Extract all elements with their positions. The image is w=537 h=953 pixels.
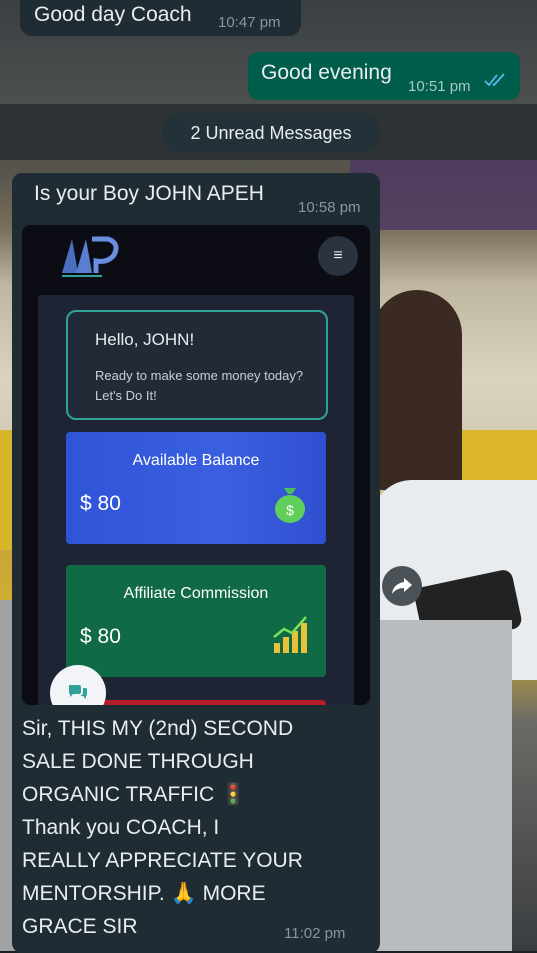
app-logo: [62, 236, 119, 277]
message-text: Good day Coach: [34, 3, 192, 26]
message-text: Good evening: [261, 61, 392, 84]
money-bag-icon: $: [275, 488, 305, 523]
wallpaper-person: [372, 290, 462, 490]
message-time: 10:58 pm: [298, 199, 361, 216]
message-time: 10:47 pm: [218, 14, 281, 31]
wallpaper-laptop: [372, 620, 512, 951]
available-balance-card: Available Balance $ 80 $: [66, 432, 326, 544]
greeting-subtitle: Ready to make some money today? Let's Do…: [95, 368, 304, 403]
message-time: 10:51 pm: [408, 78, 471, 95]
message-outgoing[interactable]: Good evening 10:51 pm: [248, 52, 520, 100]
unread-messages-badge: 2 Unread Messages: [162, 113, 380, 153]
menu-button[interactable]: ≡: [318, 236, 358, 276]
balance-label: Available Balance: [132, 452, 260, 469]
svg-text:$: $: [286, 502, 294, 518]
double-check-icon: [484, 73, 505, 87]
next-card-edge: [66, 700, 326, 705]
greeting-title: Hello, JOHN!: [95, 330, 195, 349]
caption-line: SALE DONE THROUGH: [22, 750, 254, 773]
message-incoming[interactable]: Good day Coach 10:47 pm: [20, 0, 301, 36]
growth-chart-icon: [273, 616, 307, 653]
caption-line: Thank you COACH, I: [22, 816, 220, 839]
dashboard-panel: Hello, JOHN! Ready to make some money to…: [38, 295, 354, 705]
caption-line: REALLY APPRECIATE YOUR: [22, 849, 303, 872]
chat-bubbles-icon: [69, 685, 87, 699]
caption-line: MENTORSHIP. 🙏 MORE: [22, 882, 266, 905]
forward-button[interactable]: [382, 566, 422, 606]
message-time: 11:02 pm: [284, 925, 346, 942]
greeting-card: Hello, JOHN! Ready to make some money to…: [66, 310, 328, 420]
image-attachment[interactable]: ≡ Hello, JOHN! Ready to make some money …: [22, 225, 370, 705]
caption-line: ORGANIC TRAFFIC 🚦: [22, 783, 247, 806]
caption-line: Sir, THIS MY (2nd) SECOND: [22, 717, 294, 740]
message-text: Is your Boy JOHN APEH: [34, 182, 264, 205]
affiliate-commission-card: Affiliate Commission $ 80: [66, 565, 326, 677]
image-caption: Sir, THIS MY (2nd) SECOND SALE DONE THRO…: [22, 712, 342, 943]
forward-icon: [392, 578, 412, 594]
affiliate-label: Affiliate Commission: [123, 585, 269, 602]
affiliate-value: $ 80: [80, 625, 121, 648]
balance-value: $ 80: [80, 492, 121, 515]
